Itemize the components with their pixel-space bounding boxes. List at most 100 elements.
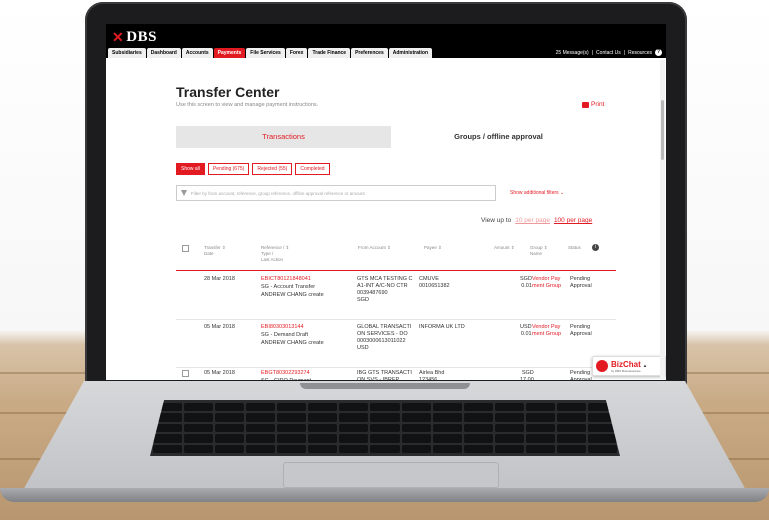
main-nav: Subsidiaries Dashboard Accounts Payments… — [108, 48, 433, 58]
keyboard-key — [401, 423, 431, 433]
column-header-reference[interactable]: Reference / ⇕ Type / Last Action — [261, 245, 289, 263]
status-filters: Show all Pending (675) Rejected (55) Com… — [176, 163, 330, 175]
keyboard-key — [370, 444, 400, 453]
row-type: SG - GIRO Payment — [261, 378, 311, 380]
page-scrollbar[interactable] — [660, 60, 665, 378]
filter-completed[interactable]: Completed — [295, 163, 330, 175]
row-status: Pending Approval — [570, 324, 592, 337]
row-payee: INFORMA UK LTD — [419, 324, 465, 330]
keyboard-key — [556, 444, 586, 453]
contact-us-link[interactable]: Contact Us — [596, 50, 621, 56]
row-checkbox[interactable] — [182, 370, 189, 377]
keyboard-key — [432, 423, 462, 433]
chevron-up-icon[interactable]: ▴ — [644, 363, 647, 369]
tab-transactions[interactable]: Transactions — [176, 126, 391, 148]
row-amount: USD 0.01 — [520, 324, 532, 337]
dbs-logo[interactable]: ✕ DBS — [112, 29, 157, 46]
row-group-link[interactable]: Vendor Pay ment Group — [532, 324, 561, 338]
nav-tab-preferences[interactable]: Preferences — [351, 48, 388, 58]
keyboard-key — [463, 413, 493, 422]
column-header-payee[interactable]: Payee ⇕ — [424, 245, 442, 251]
keyboard-key — [463, 444, 493, 453]
keyboard-key — [401, 403, 431, 412]
keyboard-key — [246, 413, 276, 422]
page-size-selector: View up to 10 per page 100 per page — [481, 217, 592, 224]
view-toggle: Transactions Groups / offline approval — [176, 126, 606, 148]
column-header-from-account[interactable]: From Account ⇕ — [358, 245, 391, 251]
show-additional-filters-link[interactable]: Show additional filters ⌄ — [510, 190, 564, 196]
page-header: Transfer Center Use this screen to view … — [176, 84, 616, 108]
table-row[interactable]: 28 Mar 2018 EBICT80121848041 SG - Accoun… — [176, 274, 616, 320]
row-type: SG - Account Transfer — [261, 284, 316, 290]
nav-tab-payments[interactable]: Payments — [213, 48, 246, 58]
row-from-account: IBG GTS TRANSACTI ON SVS - IBREP — [357, 370, 412, 380]
keyboard-key — [494, 444, 524, 453]
keyboard-key — [432, 413, 462, 422]
select-all-checkbox[interactable] — [182, 245, 189, 252]
column-header-status[interactable]: Status — [568, 245, 581, 251]
filter-pending[interactable]: Pending (675) — [207, 163, 250, 175]
nav-tab-forex[interactable]: Forex — [285, 48, 308, 58]
row-type: SG - Demand Draft — [261, 332, 309, 338]
row-group-link[interactable]: Vendor Pay ment Group — [532, 276, 561, 290]
keyboard-key — [246, 444, 276, 453]
keyboard-key — [339, 413, 369, 422]
keyboard-key — [277, 434, 307, 443]
page-size-100-link[interactable]: 100 per page — [554, 217, 592, 224]
funnel-icon — [181, 190, 187, 196]
bizchat-widget[interactable]: BizChat by DBS BusinessCare ▴ — [592, 356, 666, 376]
keyboard-key — [339, 444, 369, 453]
info-icon[interactable]: i — [592, 244, 599, 251]
separator: | — [623, 49, 626, 56]
table-row[interactable]: 05 Mar 2018 EBI80303013144 SG - Demand D… — [176, 322, 616, 368]
dbs-logo-mark-icon: ✕ — [112, 29, 125, 45]
keyboard-key — [525, 413, 555, 422]
keyboard-key — [215, 444, 245, 453]
filter-show-all[interactable]: Show all — [176, 163, 205, 175]
keyboard-key — [153, 444, 183, 453]
keyboard-key — [215, 423, 245, 433]
tab-groups-offline-approval[interactable]: Groups / offline approval — [391, 126, 606, 148]
column-header-amount[interactable]: Amount ⇕ — [494, 245, 515, 251]
search-placeholder: Filter by from account, reference, group… — [191, 190, 365, 196]
page-size-10-link[interactable]: 10 per page — [515, 217, 550, 224]
laptop-trackpad — [283, 462, 499, 488]
nav-tab-administration[interactable]: Administration — [388, 48, 433, 58]
page-title: Transfer Center — [176, 84, 280, 100]
row-reference-link[interactable]: EBICT80121848041 — [261, 276, 311, 283]
scrollbar-thumb[interactable] — [661, 100, 664, 160]
nav-tab-subsidiaries[interactable]: Subsidiaries — [108, 48, 146, 58]
nav-tab-accounts[interactable]: Accounts — [181, 48, 213, 58]
table-row[interactable]: 05 Mar 2018 EBGT80302293274 SG - GIRO Pa… — [176, 368, 616, 380]
help-icon[interactable]: ? — [655, 49, 662, 56]
keyboard-key — [401, 444, 431, 453]
bizchat-text: BizChat by DBS BusinessCare — [611, 360, 641, 373]
resources-link[interactable]: Resources — [628, 50, 652, 56]
keyboard-key — [215, 434, 245, 443]
column-header-transfer-date[interactable]: Transfer ⇕ Date — [204, 245, 226, 257]
nav-tab-trade-finance[interactable]: Trade Finance — [308, 48, 351, 58]
dbs-logo-text: DBS — [126, 29, 157, 45]
messages-link[interactable]: 25 Message(s) — [556, 50, 589, 56]
keyboard-key — [432, 434, 462, 443]
keyboard-key — [432, 444, 462, 453]
nav-tab-file-services[interactable]: File Services — [246, 48, 285, 58]
keyboard-key — [308, 403, 338, 412]
keyboard-key — [277, 444, 307, 453]
keyboard-key — [277, 413, 307, 422]
nav-tab-dashboard[interactable]: Dashboard — [146, 48, 181, 58]
column-header-group-name[interactable]: Group ⇕ Name — [530, 245, 548, 257]
keyboard-key — [370, 423, 400, 433]
filter-rejected[interactable]: Rejected (55) — [252, 163, 293, 175]
keyboard-key — [525, 434, 555, 443]
keyboard-key — [587, 434, 617, 443]
keyboard-key — [556, 434, 586, 443]
keyboard-key — [184, 434, 214, 443]
separator: | — [591, 49, 594, 56]
keyboard-key — [494, 434, 524, 443]
print-button[interactable]: Print — [582, 101, 604, 108]
row-reference-link[interactable]: EBI80303013144 — [261, 324, 304, 331]
row-reference-link[interactable]: EBGT80302293274 — [261, 370, 310, 377]
search-input[interactable]: Filter by from account, reference, group… — [176, 185, 496, 201]
keyboard-key — [339, 403, 369, 412]
